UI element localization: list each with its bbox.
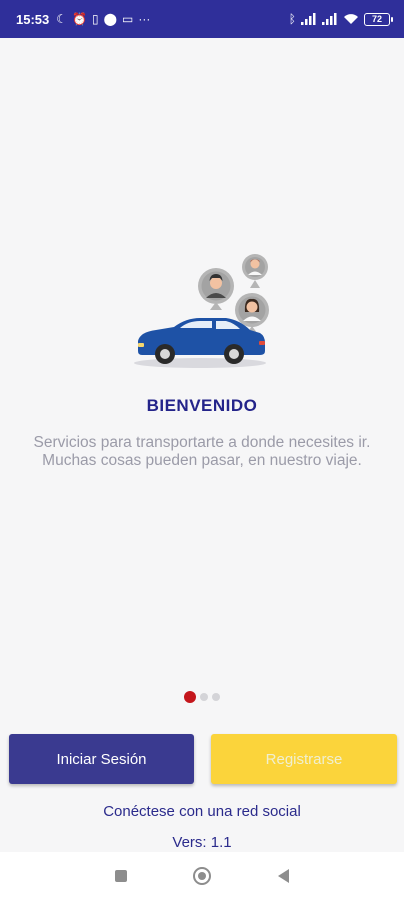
register-button[interactable]: Registrarse [211, 734, 397, 784]
login-button[interactable]: Iniciar Sesión [9, 734, 194, 784]
triangle-back-icon [277, 869, 289, 883]
status-time: 15:53 [16, 11, 50, 27]
status-left: 15:53 ☾ ⏰ ▯ ⬤ ▭ ··· [16, 12, 150, 27]
square-icon [114, 870, 127, 882]
page-dot[interactable] [200, 693, 208, 701]
car-passengers-illustration [134, 254, 269, 368]
signal-icon [322, 13, 337, 25]
page-dot[interactable] [212, 693, 220, 701]
more-icon: ··· [138, 12, 151, 26]
welcome-title: BIENVENIDO [146, 396, 258, 415]
vibrate-icon: ▯ [91, 12, 99, 26]
alarm-icon: ⏰ [72, 12, 87, 26]
signal-icon [301, 13, 316, 25]
passenger-avatar-icon [242, 254, 268, 288]
location-icon: ⬤ [103, 12, 118, 26]
battery-level: 72 [371, 14, 382, 24]
recents-button[interactable] [106, 861, 136, 891]
app-version: Vers: 1.1 [172, 834, 232, 851]
circle-icon [192, 867, 211, 885]
welcome-screen: 15:53 ☾ ⏰ ▯ ⬤ ▭ ··· ᛒ 72 BIENVENIDO Serv… [0, 0, 404, 900]
moon-icon: ☾ [56, 12, 68, 26]
page-indicator [0, 691, 404, 703]
welcome-description: Servicios para transportarte a donde nec… [33, 434, 371, 469]
passenger-avatar-icon [198, 268, 234, 310]
bluetooth-icon: ᛒ [288, 12, 296, 26]
status-right: ᛒ 72 [288, 12, 393, 26]
page-dot-active[interactable] [184, 691, 196, 703]
status-bar: 15:53 ☾ ⏰ ▯ ⬤ ▭ ··· ᛒ 72 [0, 0, 404, 38]
system-nav-bar [0, 852, 404, 900]
battery-icon: 72 [364, 12, 393, 26]
home-button[interactable] [187, 861, 217, 891]
back-button[interactable] [268, 861, 298, 891]
wifi-icon [344, 14, 358, 24]
social-login-link[interactable]: Conéctese con una red social [0, 803, 404, 820]
laptop-icon: ▭ [122, 12, 134, 26]
